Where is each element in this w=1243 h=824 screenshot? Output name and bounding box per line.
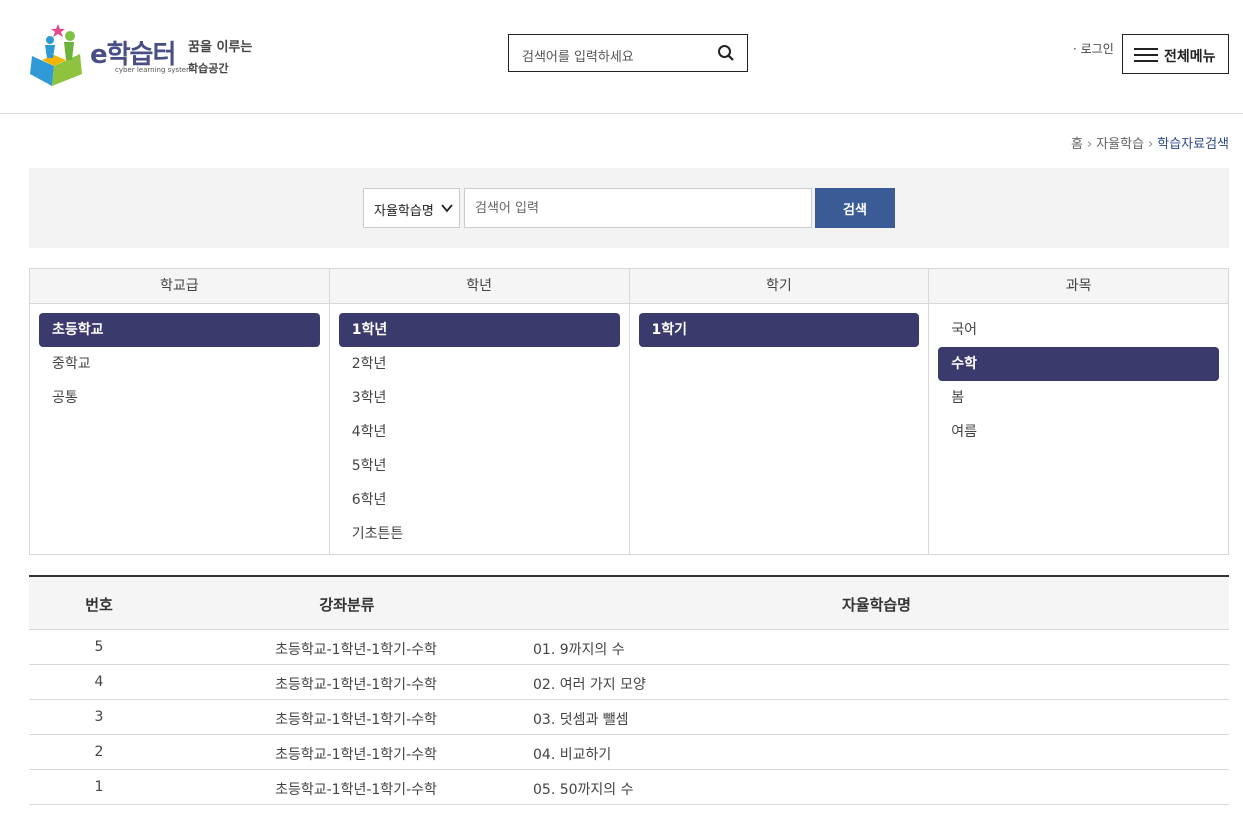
filter-grade-header: 학년 (329, 269, 629, 304)
row-no: 1 (94, 779, 104, 795)
filter-option-grade-2[interactable]: 2학년 (339, 347, 620, 381)
table-row[interactable]: 3 초등학교-1학년-1학기-수학 03. 덧셈과 뺄셈 (29, 700, 1229, 735)
filter-option-semester-1[interactable]: 1학기 (638, 313, 920, 347)
filter-option-grade-4[interactable]: 4학년 (339, 415, 620, 449)
search-type-value: 자율학습명 (374, 204, 434, 219)
row-category: 초등학교-1학년-1학기-수학 (275, 712, 437, 728)
breadcrumb-self-study[interactable]: 자율학습 (1096, 137, 1144, 152)
logo-subtext: cyber learning system (115, 66, 193, 74)
table-header: 번호 강좌분류 자율학습명 (29, 577, 1229, 630)
filter-option-math[interactable]: 수학 (938, 347, 1219, 381)
filter-option-grade-3[interactable]: 3학년 (339, 381, 620, 415)
row-title-link[interactable]: 02. 여러 가지 모양 (533, 674, 646, 694)
search-button[interactable]: 검색 (815, 188, 895, 228)
full-menu-label: 전체메뉴 (1164, 49, 1216, 65)
row-title-link[interactable]: 01. 9까지의 수 (533, 639, 625, 659)
table-row[interactable]: 5 초등학교-1학년-1학기-수학 01. 9까지의 수 (29, 630, 1229, 665)
header-search-box[interactable]: 검색어를 입력하세요 (508, 34, 748, 72)
row-no: 2 (94, 744, 104, 760)
search-icon[interactable] (717, 44, 735, 62)
column-header-name: 자율학습명 (841, 596, 911, 614)
filter-option-basics[interactable]: 기초튼튼 (339, 517, 620, 551)
breadcrumb-current: 학습자료검색 (1157, 137, 1229, 152)
row-no: 5 (94, 639, 104, 655)
filter-option-grade-1[interactable]: 1학년 (338, 313, 620, 347)
site-logo[interactable]: e학습터 cyber learning system 꿈을 이루는 학습공간 (28, 22, 258, 88)
filter-option-grade-5[interactable]: 5학년 (339, 449, 620, 483)
row-no: 4 (94, 674, 104, 690)
search-panel: 자율학습명 검색 (29, 168, 1229, 248)
login-link[interactable]: · 로그인 (1073, 40, 1114, 57)
filter-school-header: 학교급 (30, 269, 329, 304)
row-category: 초등학교-1학년-1학기-수학 (275, 642, 437, 658)
logo-mascot-icon (30, 24, 82, 86)
hamburger-icon (1134, 48, 1158, 66)
filter-option-grade-6[interactable]: 6학년 (339, 483, 620, 517)
row-title-link[interactable]: 03. 덧셈과 뺄셈 (533, 709, 629, 729)
table-row[interactable]: 1 초등학교-1학년-1학기-수학 05. 50까지의 수 (29, 770, 1229, 805)
filter-semester-column: 학기 1학기 (629, 269, 930, 554)
filter-option-elementary[interactable]: 초등학교 (39, 313, 320, 347)
row-category: 초등학교-1학년-1학기-수학 (275, 677, 437, 693)
breadcrumb-home[interactable]: 홈 (1071, 137, 1083, 152)
breadcrumb: 홈 › 자율학습 › 학습자료검색 (1071, 133, 1229, 152)
filter-option-common[interactable]: 공통 (39, 381, 320, 415)
row-no: 3 (94, 709, 104, 725)
filter-grid: 학교급 초등학교 중학교 공통 학년 1학년 2학년 3학년 4학년 5학년 6… (29, 268, 1229, 555)
keyword-input[interactable] (464, 188, 812, 228)
filter-option-summer[interactable]: 여름 (938, 415, 1219, 449)
filter-semester-header: 학기 (629, 269, 929, 304)
chevron-right-icon: › (1148, 137, 1154, 152)
filter-subject-column: 과목 국어 수학 봄 여름 (929, 269, 1228, 554)
logo-tagline-1: 꿈을 이루는 (188, 40, 253, 55)
site-header: e학습터 cyber learning system 꿈을 이루는 학습공간 검… (0, 0, 1243, 114)
row-title-link[interactable]: 04. 비교하기 (533, 744, 611, 764)
header-search-input[interactable]: 검색어를 입력하세요 (522, 46, 634, 65)
table-row[interactable]: 4 초등학교-1학년-1학기-수학 02. 여러 가지 모양 (29, 665, 1229, 700)
logo-tagline-2: 학습공간 (188, 62, 229, 75)
table-row[interactable]: 2 초등학교-1학년-1학기-수학 04. 비교하기 (29, 735, 1229, 770)
chevron-right-icon: › (1086, 137, 1093, 152)
filter-option-middle[interactable]: 중학교 (39, 347, 320, 381)
filter-grade-column: 학년 1학년 2학년 3학년 4학년 5학년 6학년 기초튼튼 (329, 269, 630, 554)
full-menu-button[interactable]: 전체메뉴 (1122, 34, 1229, 74)
chevron-down-icon (441, 204, 453, 213)
filter-subject-header: 과목 (929, 269, 1228, 304)
filter-option-spring[interactable]: 봄 (938, 381, 1219, 415)
filter-school-column: 학교급 초등학교 중학교 공통 (30, 269, 330, 554)
row-title-link[interactable]: 05. 50까지의 수 (533, 779, 634, 799)
row-category: 초등학교-1학년-1학기-수학 (275, 747, 437, 763)
row-category: 초등학교-1학년-1학기-수학 (275, 782, 437, 798)
filter-option-korean[interactable]: 국어 (938, 313, 1219, 347)
results-table: 번호 강좌분류 자율학습명 5 초등학교-1학년-1학기-수학 01. 9까지의… (29, 575, 1229, 805)
search-type-select[interactable]: 자율학습명 (363, 188, 460, 228)
